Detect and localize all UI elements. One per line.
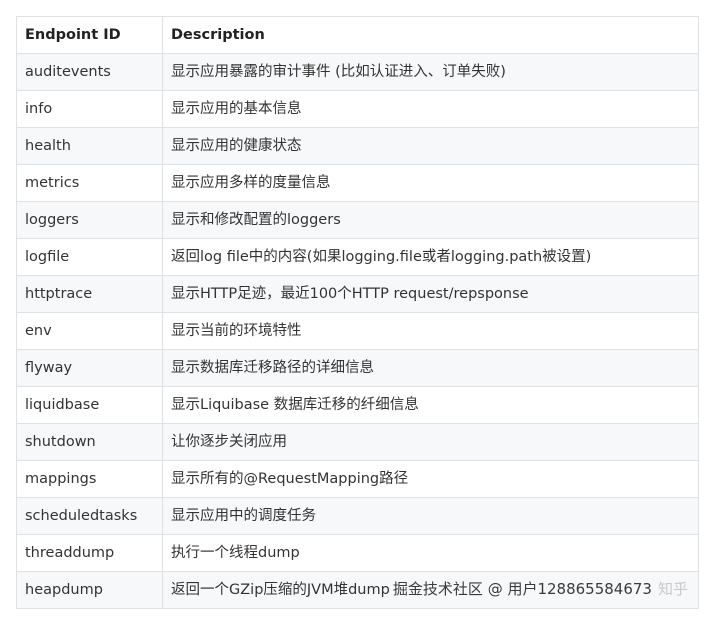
endpoint-id-cell: flyway: [16, 349, 163, 387]
description-cell: 显示应用的基本信息: [162, 90, 699, 128]
endpoint-id-cell: heapdump: [16, 571, 163, 609]
endpoint-id-cell: info: [16, 90, 163, 128]
description-cell: 执行一个线程dump: [162, 534, 699, 572]
endpoint-table-container: Endpoint ID Description auditevents 显示应用…: [16, 16, 699, 609]
description-cell: 显示Liquibase 数据库迁移的纤细信息: [162, 386, 699, 424]
table-row: liquidbase 显示Liquibase 数据库迁移的纤细信息: [16, 386, 699, 424]
header-endpoint-id: Endpoint ID: [16, 16, 163, 54]
table-row: metrics 显示应用多样的度量信息: [16, 164, 699, 202]
description-cell: 显示HTTP足迹，最近100个HTTP request/repsponse: [162, 275, 699, 313]
description-cell: 显示当前的环境特性: [162, 312, 699, 350]
watermark-ghost-text: 知乎: [657, 580, 688, 598]
endpoint-id-cell: threaddump: [16, 534, 163, 572]
endpoint-id-cell: liquidbase: [16, 386, 163, 424]
description-cell: 返回log file中的内容(如果logging.file或者logging.p…: [162, 238, 699, 276]
table-row: scheduledtasks 显示应用中的调度任务: [16, 497, 699, 535]
endpoint-id-cell: logfile: [16, 238, 163, 276]
endpoint-table: Endpoint ID Description auditevents 显示应用…: [16, 16, 699, 609]
table-row: mappings 显示所有的@RequestMapping路径: [16, 460, 699, 498]
endpoint-id-cell: metrics: [16, 164, 163, 202]
watermark-text: 掘金技术社区 @ 用户128865584673: [392, 580, 652, 598]
description-cell: 显示应用暴露的审计事件 (比如认证进入、订单失败): [162, 53, 699, 91]
endpoint-id-cell: scheduledtasks: [16, 497, 163, 535]
table-row: loggers 显示和修改配置的loggers: [16, 201, 699, 239]
description-cell: 显示所有的@RequestMapping路径: [162, 460, 699, 498]
watermark: 掘金技术社区 @ 用户128865584673 知乎: [393, 579, 688, 599]
endpoint-id-cell: loggers: [16, 201, 163, 239]
table-row: flyway 显示数据库迁移路径的详细信息: [16, 349, 699, 387]
description-cell: 显示应用多样的度量信息: [162, 164, 699, 202]
description-cell: 显示应用中的调度任务: [162, 497, 699, 535]
table-row: env 显示当前的环境特性: [16, 312, 699, 350]
table-header-row: Endpoint ID Description: [16, 16, 699, 54]
endpoint-id-cell: auditevents: [16, 53, 163, 91]
endpoint-id-cell: health: [16, 127, 163, 165]
table-row: httptrace 显示HTTP足迹，最近100个HTTP request/re…: [16, 275, 699, 313]
table-row: shutdown 让你逐步关闭应用: [16, 423, 699, 461]
endpoint-id-cell: httptrace: [16, 275, 163, 313]
table-row: threaddump 执行一个线程dump: [16, 534, 699, 572]
table-row: logfile 返回log file中的内容(如果logging.file或者l…: [16, 238, 699, 276]
description-cell: 显示数据库迁移路径的详细信息: [162, 349, 699, 387]
endpoint-id-cell: mappings: [16, 460, 163, 498]
description-cell: 显示和修改配置的loggers: [162, 201, 699, 239]
table-row: info 显示应用的基本信息: [16, 90, 699, 128]
table-row: auditevents 显示应用暴露的审计事件 (比如认证进入、订单失败): [16, 53, 699, 91]
description-cell: 让你逐步关闭应用: [162, 423, 699, 461]
endpoint-id-cell: env: [16, 312, 163, 350]
header-description: Description: [162, 16, 699, 54]
endpoint-id-cell: shutdown: [16, 423, 163, 461]
description-cell: 显示应用的健康状态: [162, 127, 699, 165]
table-row: health 显示应用的健康状态: [16, 127, 699, 165]
